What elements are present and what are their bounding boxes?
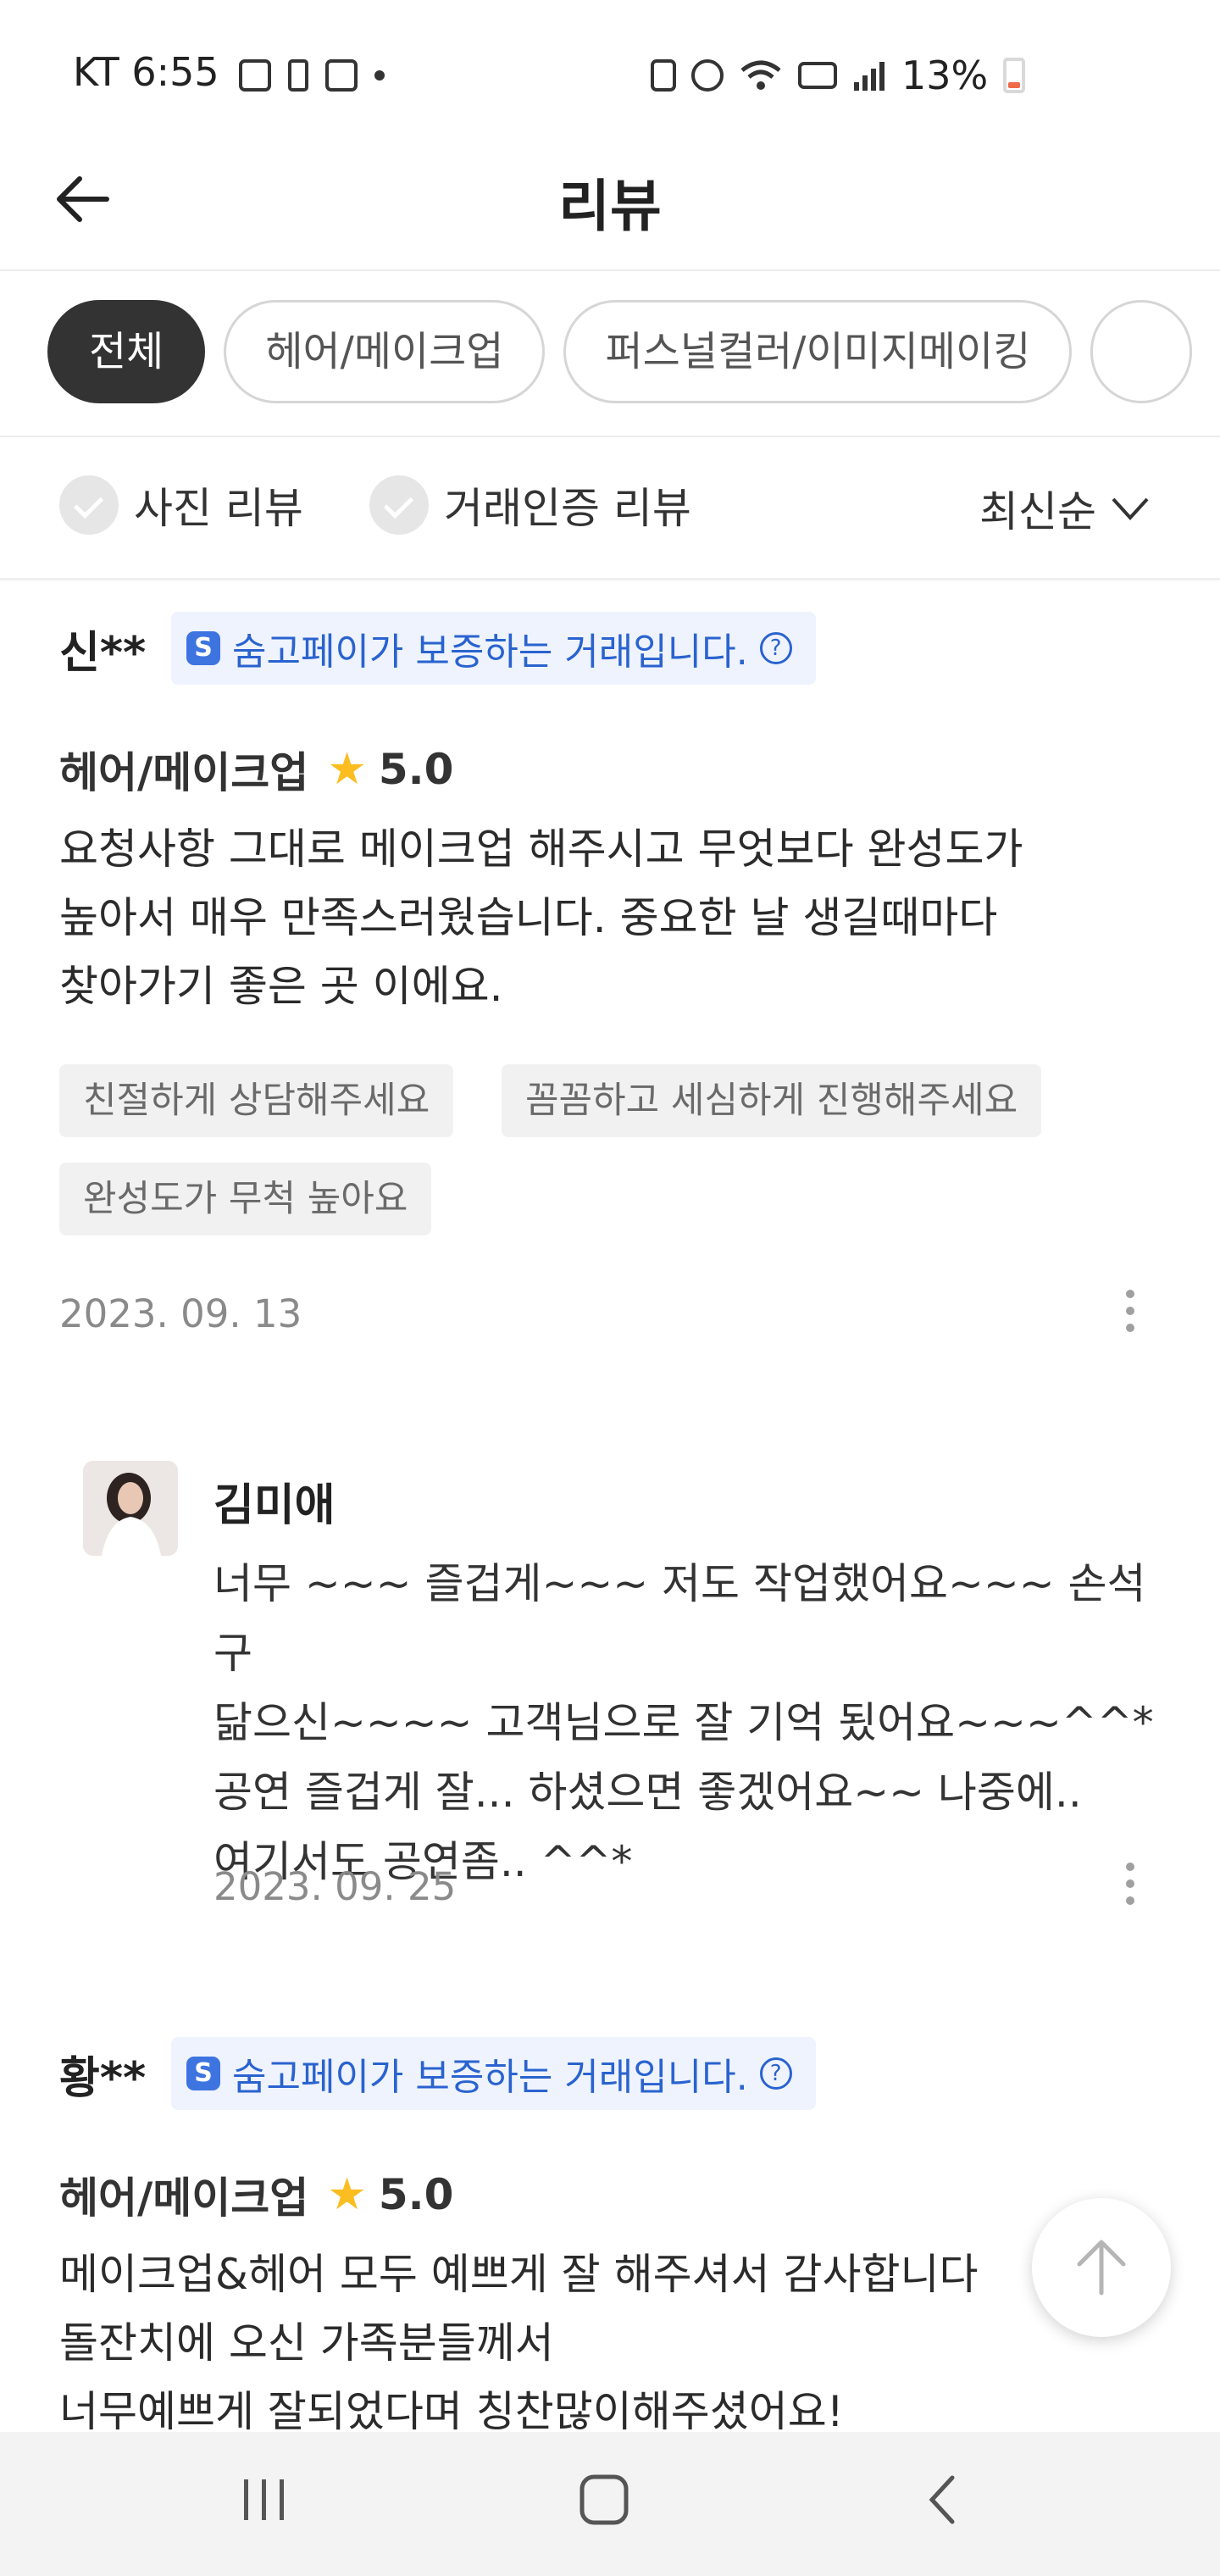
verified-review-label: 거래인증 리뷰 xyxy=(444,484,691,533)
soomgo-pay-icon: S xyxy=(186,2057,220,2090)
tab-hair-makeup[interactable]: 헤어/메이크업 xyxy=(224,300,546,403)
more-options-icon[interactable] xyxy=(1122,1290,1139,1341)
badge-text: 숨고페이가 보증하는 거래입니다. xyxy=(232,2056,748,2099)
star-icon: ★ xyxy=(327,744,367,795)
alarm-icon xyxy=(691,59,724,92)
rating-value: 5.0 xyxy=(378,745,454,794)
home-icon[interactable] xyxy=(578,2473,630,2527)
carrier-time: KT 6:55 xyxy=(73,49,219,95)
reply-date: 2023. 09. 25 xyxy=(214,1864,457,1909)
avatar xyxy=(83,1461,178,1556)
reviewer-name: 신** xyxy=(59,628,147,679)
payment-guarantee-badge[interactable]: S 숨고페이가 보증하는 거래입니다. ? xyxy=(171,612,816,685)
soomgo-pay-icon: S xyxy=(186,631,220,665)
recent-apps-icon[interactable] xyxy=(241,2474,288,2525)
back-nav-icon[interactable] xyxy=(925,2473,959,2527)
more-dot-icon xyxy=(374,70,385,80)
help-icon[interactable]: ? xyxy=(759,2057,792,2090)
review-tag: 완성도가 무척 높아요 xyxy=(59,1163,432,1235)
system-navigation-bar xyxy=(0,2432,1220,2576)
payment-guarantee-badge[interactable]: S 숨고페이가 보증하는 거래입니다. ? xyxy=(171,2037,816,2110)
alert-icon xyxy=(288,59,308,92)
battery-percent: 13% xyxy=(901,53,989,98)
hd-voice-icon xyxy=(798,62,837,89)
reply-text: 너무 ~~~ 즐겁게~~~ 저도 작업했어요~~~ 손석구 닮으신~~~~ 고객… xyxy=(214,1559,1154,1886)
tab-all[interactable]: 전체 xyxy=(47,300,206,403)
photo-review-filter[interactable]: 사진 리뷰 xyxy=(59,475,303,536)
battery-icon xyxy=(1003,58,1026,93)
search-stats-icon xyxy=(325,59,358,92)
more-options-icon[interactable] xyxy=(1122,1863,1139,1913)
review-text: 메이크업&헤어 모두 예쁘게 잘 해주셔서 감사합니다 돌잔치에 오신 가족분들… xyxy=(59,2250,979,2436)
review-tag: 꼼꼼하고 세심하게 진행해주세요 xyxy=(502,1064,1042,1137)
sort-dropdown[interactable]: 최신순 xyxy=(979,478,1151,539)
scroll-top-button[interactable] xyxy=(1032,2198,1171,2337)
star-icon: ★ xyxy=(327,2169,367,2220)
gallery-icon xyxy=(239,59,271,92)
signal-icon xyxy=(854,62,884,91)
chevron-down-icon xyxy=(1112,497,1149,520)
checkbox-icon[interactable] xyxy=(59,475,119,535)
review-service: 헤어/메이크업 ★ 5.0 xyxy=(59,739,453,800)
page-title: 리뷰 xyxy=(558,174,662,239)
wifi-icon xyxy=(740,60,781,90)
status-bar: KT 6:55 13% xyxy=(0,0,1220,98)
divider xyxy=(0,578,1220,580)
reply-author: 김미애 xyxy=(214,1480,336,1531)
verified-review-filter[interactable]: 거래인증 리뷰 xyxy=(369,475,691,536)
photo-review-label: 사진 리뷰 xyxy=(134,484,303,533)
review-date: 2023. 09. 13 xyxy=(59,1291,302,1336)
checkbox-icon[interactable] xyxy=(369,475,429,535)
arrow-up-icon xyxy=(1077,2240,1126,2296)
badge-text: 숨고페이가 보증하는 거래입니다. xyxy=(232,630,748,674)
rating-value: 5.0 xyxy=(378,2170,454,2219)
service-name: 헤어/메이크업 xyxy=(59,748,309,797)
tab-personal-color[interactable]: 퍼스널컬러/이미지메이킹 xyxy=(563,300,1073,403)
review-tag: 친절하게 상담해주세요 xyxy=(59,1064,454,1137)
recycle-icon xyxy=(651,59,676,92)
tab-more-partial[interactable] xyxy=(1090,300,1193,403)
sort-label: 최신순 xyxy=(979,487,1096,536)
notification-icons xyxy=(239,59,385,92)
service-name: 헤어/메이크업 xyxy=(59,2174,309,2223)
review-service: 헤어/메이크업 ★ 5.0 xyxy=(59,2164,453,2225)
review-text: 요청사항 그대로 메이크업 해주시고 무엇보다 완성도가 높아서 매우 만족스러… xyxy=(59,824,1023,1011)
system-icons: 13% xyxy=(651,53,1026,98)
divider xyxy=(0,436,1220,437)
help-icon[interactable]: ? xyxy=(759,632,792,664)
category-tabs: 전체 헤어/메이크업 퍼스널컬러/이미지메이킹 xyxy=(47,300,1193,403)
reviewer-name: 황** xyxy=(59,2053,147,2104)
